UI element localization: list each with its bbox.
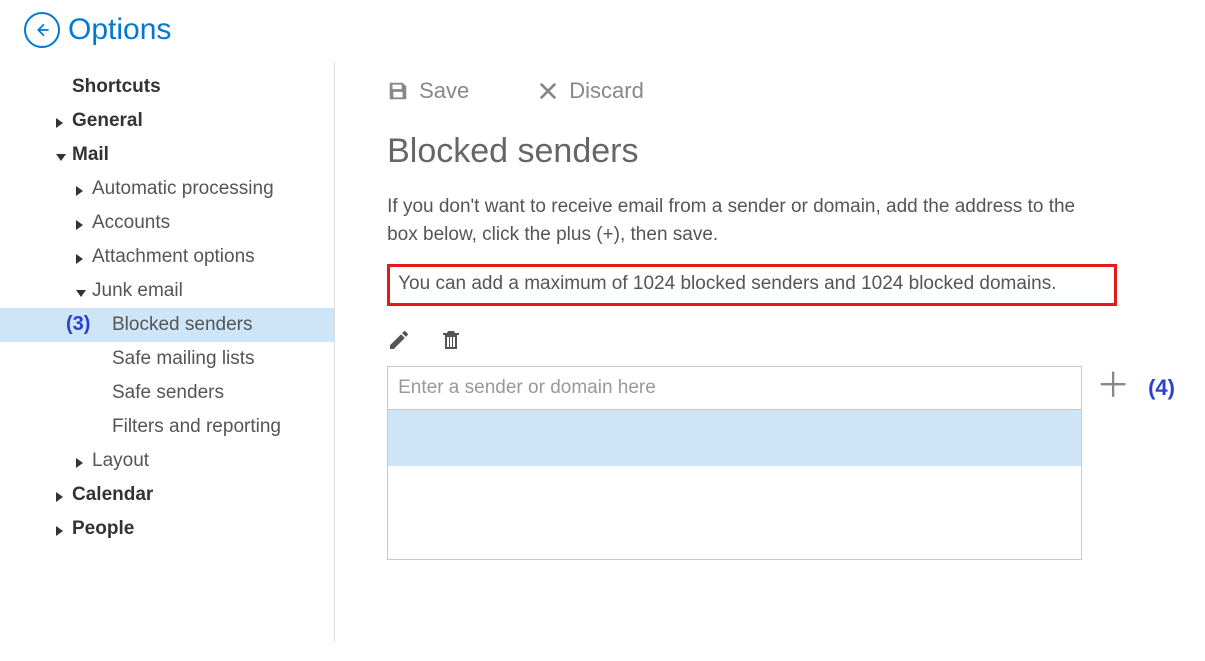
add-sender-row: ＋ (4) (387, 366, 1175, 410)
nav-accounts[interactable]: Accounts (0, 206, 334, 240)
caret-right-icon (76, 220, 83, 230)
page-description: If you don't want to receive email from … (387, 193, 1107, 248)
edit-icon[interactable] (387, 328, 411, 352)
nav-people[interactable]: People (0, 512, 334, 546)
nav-mail-label: Mail (72, 144, 109, 165)
nav-automatic-processing[interactable]: Automatic processing (0, 172, 334, 206)
nav-people-label: People (72, 518, 134, 539)
nav-mail[interactable]: Mail (0, 138, 334, 172)
nav-safe-mailing-lists[interactable]: Safe mailing lists (0, 342, 334, 376)
nav-calendar[interactable]: Calendar (0, 478, 334, 512)
save-button[interactable]: Save (387, 78, 469, 104)
save-label: Save (419, 78, 469, 104)
nav-accounts-label: Accounts (92, 212, 170, 233)
back-button[interactable] (24, 12, 60, 48)
delete-icon[interactable] (439, 328, 463, 352)
nav-junk-email-label: Junk email (92, 280, 183, 301)
options-title: Options (68, 13, 171, 47)
nav-general[interactable]: General (0, 104, 334, 138)
nav-filters-and-reporting[interactable]: Filters and reporting (0, 410, 334, 444)
nav-layout-label: Layout (92, 450, 149, 471)
caret-right-icon (56, 492, 63, 502)
nav-calendar-label: Calendar (72, 484, 153, 505)
annotation-3: (3) (66, 313, 90, 336)
limit-notice: You can add a maximum of 1024 blocked se… (387, 264, 1117, 306)
sender-input[interactable] (387, 366, 1082, 410)
discard-label: Discard (569, 78, 644, 104)
list-action-bar (387, 328, 1175, 352)
nav-attachment-options-label: Attachment options (92, 246, 255, 267)
nav-blocked-senders-label: Blocked senders (112, 314, 252, 335)
nav-automatic-processing-label: Automatic processing (92, 178, 274, 199)
caret-down-icon (76, 290, 86, 297)
caret-right-icon (76, 186, 83, 196)
nav-shortcuts[interactable]: Shortcuts (0, 70, 334, 104)
nav-safe-mailing-lists-label: Safe mailing lists (112, 348, 255, 369)
back-arrow-icon (33, 21, 51, 39)
discard-button[interactable]: Discard (537, 78, 644, 104)
nav-filters-and-reporting-label: Filters and reporting (112, 416, 281, 437)
header-bar: Options (0, 0, 1205, 62)
nav-general-label: General (72, 110, 143, 131)
caret-right-icon (76, 458, 83, 468)
nav-blocked-senders[interactable]: (3) Blocked senders (0, 308, 334, 342)
page-title: Blocked senders (387, 132, 1175, 171)
nav-safe-senders-label: Safe senders (112, 382, 224, 403)
nav-attachment-options[interactable]: Attachment options (0, 240, 334, 274)
list-row-selected[interactable] (388, 410, 1081, 466)
add-button[interactable]: ＋ (1096, 369, 1130, 407)
nav-layout[interactable]: Layout (0, 444, 334, 478)
content-pane: Save Discard Blocked senders If you don'… (335, 62, 1205, 642)
toolbar: Save Discard (387, 78, 1175, 126)
caret-right-icon (56, 118, 63, 128)
nav-safe-senders[interactable]: Safe senders (0, 376, 334, 410)
nav-shortcuts-label: Shortcuts (72, 76, 161, 97)
blocked-sender-list[interactable] (387, 410, 1082, 560)
caret-right-icon (76, 254, 83, 264)
caret-right-icon (56, 526, 63, 536)
save-icon (387, 80, 409, 102)
discard-icon (537, 80, 559, 102)
nav-junk-email[interactable]: Junk email (0, 274, 334, 308)
annotation-4: (4) (1148, 375, 1175, 401)
caret-down-icon (56, 154, 66, 161)
sidebar-nav: Shortcuts General Mail Automatic process… (0, 62, 335, 642)
